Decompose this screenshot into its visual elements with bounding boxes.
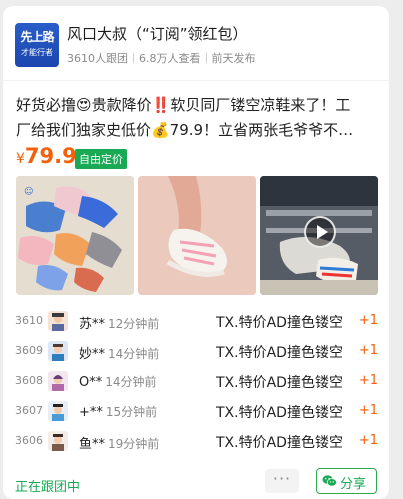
play-icon[interactable] — [304, 216, 336, 248]
post-header: 先上路 才能行者 风口大叔（“订阅”领红包） 3610人跟团 6.8万人查看 前天发… — [15, 23, 379, 75]
buyer-avatar — [48, 401, 68, 421]
post-time: 前天发布 — [211, 52, 256, 65]
author-title[interactable]: 风口大叔（“订阅”领红包） — [67, 23, 248, 44]
product-image-1[interactable]: ☺ — [16, 176, 134, 295]
wechat-icon — [322, 475, 337, 487]
more-button[interactable]: ··· — [265, 469, 299, 493]
order-quantity: +1 — [358, 313, 378, 328]
order-quantity: +1 — [358, 403, 378, 418]
share-label: 分享 — [340, 477, 367, 492]
group-buy-card[interactable]: 先上路 才能行者 风口大叔（“订阅”领红包） 3610人跟团 6.8万人查看 前天发… — [3, 6, 389, 499]
order-row: 3607 +** 15分钟前 TX.特价AD撞色镂空 +1 — [15, 396, 381, 426]
product-video-thumbnail[interactable] — [260, 176, 378, 295]
product-image-2[interactable] — [138, 176, 256, 295]
order-time: 12分钟前 — [108, 317, 160, 331]
buyer-name: 苏** — [79, 317, 106, 332]
header-divider — [3, 80, 389, 81]
order-row: 3610 苏** 12分钟前 TX.特价AD撞色镂空 +1 — [15, 306, 381, 336]
order-row: 3608 O** 14分钟前 TX.特价AD撞色镂空 +1 — [15, 366, 381, 396]
buyer-name: O** — [79, 375, 103, 390]
view-count: 6.8万人查看 — [139, 52, 201, 65]
meta-divider — [133, 53, 134, 63]
order-index: 3607 — [15, 404, 43, 417]
image-gallery: ☺ — [16, 176, 378, 295]
group-status: 正在跟团中 — [15, 480, 81, 495]
order-index: 3606 — [15, 434, 43, 447]
pricing-tag: 自由定价 — [75, 149, 127, 169]
buyer-name: 妙** — [79, 347, 106, 362]
buyer-avatar — [48, 431, 68, 451]
order-row: 3606 鱼** 19分钟前 TX.特价AD撞色镂空 +1 — [15, 426, 381, 456]
price: ¥79.9 — [16, 144, 77, 168]
currency-symbol: ¥ — [16, 151, 25, 167]
order-quantity: +1 — [358, 433, 378, 448]
avatar-text-sub: 才能行者 — [21, 48, 53, 57]
meta-divider — [205, 53, 207, 63]
order-index: 3609 — [15, 344, 43, 357]
card-footer: 正在跟团中 ··· 分享 — [3, 462, 389, 498]
order-product: TX.特价AD撞色镂空 — [216, 315, 343, 331]
order-row: 3609 妙** 14分钟前 TX.特价AD撞色镂空 +1 — [15, 336, 381, 366]
order-product: TX.特价AD撞色镂空 — [216, 405, 343, 421]
order-list: 3610 苏** 12分钟前 TX.特价AD撞色镂空 +1 3609 妙** 14分… — [15, 306, 381, 456]
buyer-name: 鱼** — [79, 437, 106, 452]
follower-count: 3610人跟团 — [67, 52, 128, 65]
order-product: TX.特价AD撞色镂空 — [216, 435, 343, 451]
order-product: TX.特价AD撞色镂空 — [216, 345, 343, 361]
order-index: 3610 — [15, 314, 43, 327]
order-time: 14分钟前 — [105, 375, 157, 389]
price-value: 79.9 — [24, 144, 77, 168]
post-description[interactable]: 好货必撸😍贵款降价‼️软贝同厂镂空凉鞋来了！工 厂给我们独家史低价💰79.9！立… — [16, 93, 382, 143]
description-line: 厂给我们独家史低价💰79.9！立省两张毛爷爷不… — [16, 121, 354, 139]
buyer-avatar — [48, 341, 68, 361]
order-time: 14分钟前 — [108, 347, 160, 361]
buyer-avatar — [48, 371, 68, 391]
order-time: 19分钟前 — [108, 437, 160, 451]
order-quantity: +1 — [358, 343, 378, 358]
order-index: 3608 — [15, 374, 43, 387]
svg-text:☺: ☺ — [24, 186, 33, 197]
buyer-name: +** — [79, 405, 103, 420]
order-product: TX.特价AD撞色镂空 — [216, 375, 343, 391]
buyer-avatar — [48, 311, 68, 331]
share-button[interactable]: 分享 — [316, 468, 377, 494]
order-time: 15分钟前 — [105, 405, 158, 419]
avatar-text-main: 先上路 — [20, 30, 54, 44]
description-line: 好货必撸😍贵款降价‼️软贝同厂镂空凉鞋来了！工 — [16, 96, 351, 114]
post-meta: 3610人跟团 6.8万人查看 前天发布 — [67, 50, 256, 66]
order-quantity: +1 — [358, 373, 378, 388]
author-avatar[interactable]: 先上路 才能行者 — [15, 23, 59, 67]
